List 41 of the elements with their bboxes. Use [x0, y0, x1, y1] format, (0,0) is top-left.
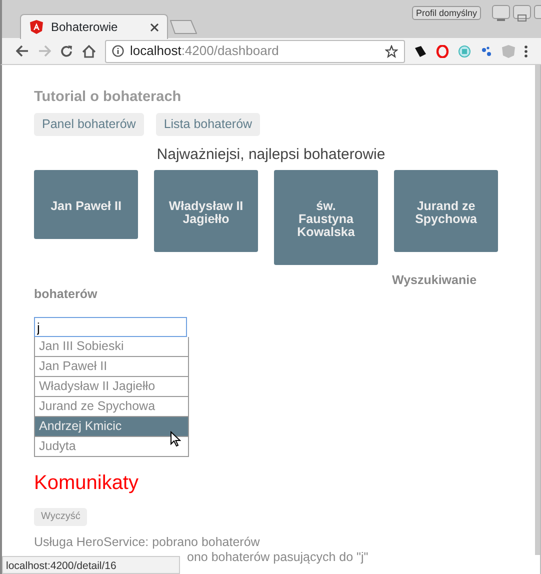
hero-tile[interactable]: Jan Paweł II [34, 170, 138, 239]
browser-tab[interactable]: Bohaterowie [20, 14, 168, 39]
url-text: localhost:4200/dashboard [130, 42, 280, 60]
section-heading: Najważniejsi, najlepsi bohaterowie [156, 146, 386, 164]
search-heading: bohaterów [34, 287, 98, 301]
search-heading: Wyszukiwanie [392, 273, 477, 287]
hero-tile[interactable]: Władysław II Jagiełło [154, 170, 258, 252]
new-tab-button[interactable] [170, 20, 197, 34]
search-field[interactable]: j [34, 317, 187, 337]
cursor-icon [170, 431, 181, 447]
info-icon [112, 45, 124, 57]
menu-icon[interactable] [524, 44, 528, 58]
close-icon[interactable] [150, 22, 159, 32]
nav-button[interactable]: Lista bohaterów [156, 113, 260, 136]
message-text: ono bohaterów pasujących do "j" [187, 550, 368, 564]
messages-heading: Komunikaty [34, 471, 140, 495]
address-bar[interactable]: localhost:4200/dashboard [105, 40, 405, 62]
search-result[interactable]: Jan Paweł II [34, 357, 189, 377]
nav-button[interactable]: Panel bohaterów [34, 113, 144, 136]
back-icon[interactable] [16, 45, 29, 57]
star-icon[interactable] [385, 44, 398, 58]
extension-icon[interactable] [414, 44, 427, 58]
scrollbar[interactable] [535, 65, 540, 555]
search-result[interactable]: Władysław II Jagiełło [34, 377, 189, 397]
hero-tile[interactable]: św. Faustyna Kowalska [274, 170, 378, 265]
hero-tile[interactable]: Jurand ze Spychowa [394, 170, 498, 252]
shield-icon [30, 20, 43, 34]
profile-badge[interactable]: Profil domyślny [412, 6, 482, 20]
search-result[interactable]: Andrzej Kmicic [34, 417, 189, 437]
clear-button[interactable]: Wyczyść [34, 508, 88, 526]
message-text: Usługa HeroService: pobrano bohaterów [34, 535, 260, 549]
search-result[interactable]: Jan III Sobieski [34, 337, 189, 357]
tab-title: Bohaterowie [51, 19, 119, 36]
maximize-icon [517, 14, 527, 22]
search-result[interactable]: Judyta [34, 437, 189, 457]
app-title: Tutorial o bohaterach [34, 89, 182, 106]
home-icon[interactable] [82, 44, 96, 58]
maximize-button[interactable] [513, 5, 531, 19]
status-bar: localhost:4200/detail/16 [2, 556, 180, 574]
minimize-button[interactable] [492, 5, 510, 19]
reload-icon[interactable] [60, 44, 73, 58]
